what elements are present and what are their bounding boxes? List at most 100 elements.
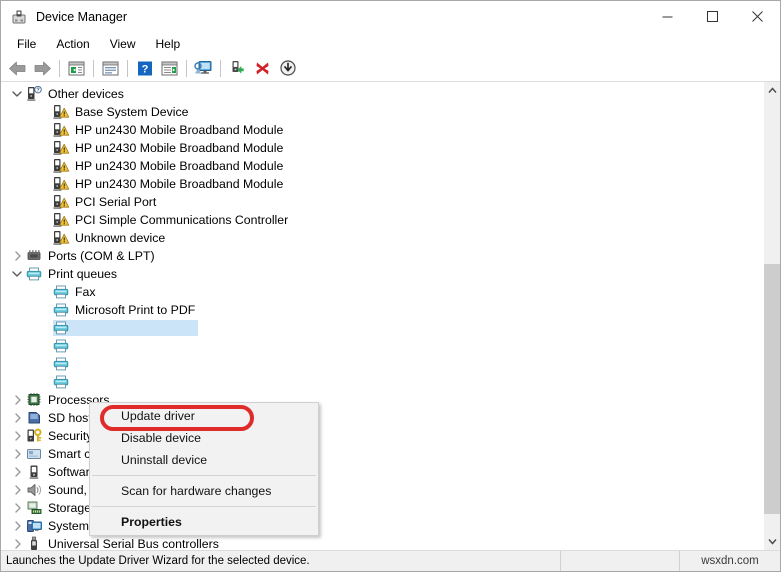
warning-device-icon <box>53 122 70 138</box>
tree-expander-collapsed[interactable] <box>1 499 26 517</box>
usb-icon <box>26 536 43 550</box>
tree-expander-expanded[interactable] <box>1 85 26 103</box>
tree-expander-collapsed[interactable] <box>1 409 26 427</box>
tree-item[interactable]: Ports (COM & LPT) <box>1 247 763 265</box>
toolbar: ? <box>1 55 780 82</box>
show-hide-action-pane-button[interactable] <box>157 57 182 80</box>
tree-item[interactable]: HP un2430 Mobile Broadband Module <box>1 121 763 139</box>
tree-item-content: HP un2430 Mobile Broadband Module <box>53 158 286 174</box>
vertical-scrollbar[interactable] <box>763 82 780 550</box>
show-hide-console-tree-button[interactable] <box>64 57 89 80</box>
svg-text:?: ? <box>141 63 148 75</box>
printer-icon <box>53 356 70 372</box>
tree-item-content <box>53 374 198 390</box>
scroll-down-button[interactable] <box>764 533 780 550</box>
tree-item[interactable] <box>1 355 763 373</box>
tree-item[interactable]: PCI Serial Port <box>1 193 763 211</box>
context-menu-item-update-driver[interactable]: Update driver <box>90 405 318 427</box>
tree-expander-collapsed[interactable] <box>1 391 26 409</box>
back-button[interactable] <box>5 57 30 80</box>
forward-button[interactable] <box>30 57 55 80</box>
tree-item[interactable]: Base System Device <box>1 103 763 121</box>
tree-expander-collapsed[interactable] <box>1 481 26 499</box>
minimize-button[interactable] <box>645 1 690 32</box>
close-button[interactable] <box>735 1 780 32</box>
context-menu-item-disable-device[interactable]: Disable device <box>90 427 318 449</box>
tree-expander-collapsed[interactable] <box>1 427 26 445</box>
printer-icon <box>53 302 70 318</box>
context-menu-item-uninstall-device[interactable]: Uninstall device <box>90 449 318 471</box>
menu-help[interactable]: Help <box>146 35 191 53</box>
tree-item-content: Ports (COM & LPT) <box>26 248 158 264</box>
context-menu[interactable]: Update driver Disable device Uninstall dev… <box>89 402 319 536</box>
warning-device-icon <box>53 158 70 174</box>
tree-item-label: PCI Serial Port <box>75 195 157 209</box>
processor-icon <box>26 392 43 408</box>
printer-icon <box>53 338 70 354</box>
toolbar-separator-3 <box>127 59 128 77</box>
warning-device-icon <box>53 230 70 246</box>
tree-item-content: Unknown device <box>53 230 168 246</box>
uninstall-device-button[interactable] <box>250 57 275 80</box>
printer-icon <box>53 374 70 390</box>
tree-item[interactable] <box>1 337 763 355</box>
tree-item[interactable] <box>1 319 763 337</box>
device-manager-icon <box>10 8 28 26</box>
scroll-up-button[interactable] <box>764 82 780 99</box>
tree-expander-collapsed[interactable] <box>1 535 26 550</box>
warning-device-icon <box>53 176 70 192</box>
tree-item[interactable]: Fax <box>1 283 763 301</box>
tree-item-label: Unknown device <box>75 231 166 245</box>
disable-device-button[interactable] <box>275 57 300 80</box>
tree-item-label: HP un2430 Mobile Broadband Module <box>75 177 284 191</box>
toolbar-separator-1 <box>59 59 60 77</box>
tree-expander-collapsed[interactable] <box>1 445 26 463</box>
tree-item-label: HP un2430 Mobile Broadband Module <box>75 141 284 155</box>
scrollbar-thumb[interactable] <box>764 264 780 514</box>
printer-icon <box>26 266 43 282</box>
tree-item[interactable]: Universal Serial Bus controllers <box>1 535 763 550</box>
warning-device-icon <box>53 140 70 156</box>
tree-expander-expanded[interactable] <box>1 265 26 283</box>
scan-for-hardware-changes-button[interactable] <box>191 57 216 80</box>
tree-item[interactable] <box>1 373 763 391</box>
tree-item-content: PCI Serial Port <box>53 194 159 210</box>
tree-item-label: Base System Device <box>75 105 189 119</box>
tree-expander-collapsed[interactable] <box>1 517 26 535</box>
tree-item[interactable]: Unknown device <box>1 229 763 247</box>
menu-view[interactable]: View <box>100 35 146 53</box>
tree-expander-collapsed[interactable] <box>1 247 26 265</box>
properties-button[interactable] <box>98 57 123 80</box>
tree-expander-collapsed[interactable] <box>1 463 26 481</box>
help-button[interactable]: ? <box>132 57 157 80</box>
context-menu-item-properties[interactable]: Properties <box>90 511 318 533</box>
tree-item[interactable]: PCI Simple Communications Controller <box>1 211 763 229</box>
menu-action[interactable]: Action <box>46 35 99 53</box>
maximize-button[interactable] <box>690 1 735 32</box>
tree-item-content: Fax <box>53 284 99 300</box>
title-bar: Device Manager <box>1 1 780 32</box>
tree-item[interactable]: ? Other devices <box>1 85 763 103</box>
status-message: Launches the Update Driver Wizard for th… <box>1 551 561 571</box>
update-driver-button[interactable] <box>225 57 250 80</box>
menu-file[interactable]: File <box>7 35 46 53</box>
tree-item-content: HP un2430 Mobile Broadband Module <box>53 140 286 156</box>
tree-item[interactable]: HP un2430 Mobile Broadband Module <box>1 157 763 175</box>
tree-item-label: Universal Serial Bus controllers <box>48 537 219 550</box>
unknown-device-icon: ? <box>26 85 43 102</box>
window-title: Device Manager <box>36 9 128 24</box>
tree-item-label: HP un2430 Mobile Broadband Module <box>75 123 284 137</box>
tree-item[interactable]: HP un2430 Mobile Broadband Module <box>1 175 763 193</box>
tree-item[interactable]: Print queues <box>1 265 763 283</box>
tree-item[interactable]: Microsoft Print to PDF <box>1 301 763 319</box>
tree-item-label: Print queues <box>48 267 118 281</box>
tree-item[interactable]: HP un2430 Mobile Broadband Module <box>1 139 763 157</box>
toolbar-separator-5 <box>220 59 221 77</box>
context-menu-item-scan-for-hardware-changes[interactable]: Scan for hardware changes <box>90 480 318 502</box>
tree-item-content: ? Other devices <box>26 85 127 102</box>
